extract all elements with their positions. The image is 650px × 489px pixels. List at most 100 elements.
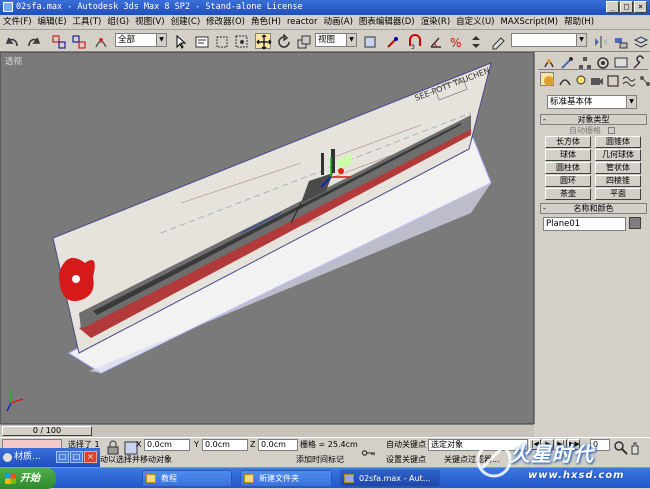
name-color-rollout[interactable]: - 名称和颜色 — [540, 203, 647, 214]
snap-3d-icon[interactable]: 3 — [406, 33, 422, 51]
cameras-icon[interactable] — [588, 72, 603, 86]
window-crossing-icon[interactable] — [233, 33, 249, 49]
systems-icon[interactable] — [636, 72, 650, 86]
select-by-name-icon[interactable] — [193, 33, 209, 49]
auto-key-button[interactable]: 自动关键点 — [386, 439, 426, 451]
ref-coord-dropdown[interactable]: 视图 ▼ — [315, 33, 357, 47]
object-type-button[interactable]: 球体 — [545, 149, 591, 161]
view-axis-tripod — [6, 389, 24, 412]
display-tab-icon[interactable] — [612, 54, 628, 68]
menu-item[interactable]: 组(G) — [104, 15, 132, 30]
absolute-mode-icon[interactable] — [122, 439, 138, 455]
restore-icon[interactable]: □ — [56, 451, 69, 463]
align-icon[interactable] — [612, 33, 628, 49]
menu-item[interactable]: 编辑(E) — [35, 15, 70, 30]
time-slider[interactable]: 0 / 100 — [2, 426, 92, 436]
autogrid-checkbox[interactable] — [607, 127, 615, 134]
menu-item[interactable]: 渲染(R) — [418, 15, 454, 30]
utilities-tab-icon[interactable] — [630, 54, 644, 69]
redo-icon[interactable] — [24, 33, 41, 49]
menu-item[interactable]: 文件(F) — [0, 15, 35, 30]
object-type-button[interactable]: 四棱锥 — [595, 175, 641, 187]
object-type-button[interactable]: 圆锥体 — [595, 136, 641, 148]
menu-item[interactable]: 工具(T) — [70, 15, 105, 30]
helpers-icon[interactable] — [604, 72, 619, 87]
folder-icon — [244, 474, 254, 483]
object-type-rollout[interactable]: - 对象类型 — [540, 114, 647, 125]
collapse-icon: - — [543, 204, 546, 213]
minimize-button[interactable]: _ — [606, 1, 619, 13]
geometry-icon[interactable] — [540, 72, 554, 86]
object-type-button[interactable]: 平面 — [595, 188, 641, 200]
object-type-button[interactable]: 圆环 — [545, 175, 591, 187]
maximize-button[interactable]: □ — [620, 1, 633, 13]
spinner-snap-icon[interactable] — [467, 33, 483, 49]
folder-icon — [146, 474, 156, 483]
object-type-button[interactable]: 茶壶 — [545, 188, 591, 200]
layer-manager-icon[interactable] — [632, 33, 649, 49]
object-type-button[interactable]: 几何球体 — [595, 149, 641, 161]
object-name-input[interactable]: Plane01 — [543, 217, 626, 231]
angle-snap-icon[interactable] — [427, 33, 443, 49]
create-tab-icon[interactable] — [540, 54, 554, 68]
x-coord-field[interactable]: 0.0cm — [144, 439, 190, 451]
lock-selection-icon[interactable] — [104, 439, 119, 455]
taskbar-item[interactable]: 02sfa.max - Aut... — [340, 470, 440, 487]
motion-tab-icon[interactable] — [594, 54, 609, 69]
perspective-viewport[interactable]: 透视 SEE-POTT TAUCHEN — [0, 52, 534, 424]
object-color-swatch[interactable] — [629, 217, 641, 229]
edit-named-selection-icon[interactable] — [490, 33, 506, 50]
time-slider-track[interactable]: 0 / 100 — [0, 424, 534, 437]
title-bar: 02sfa.max - Autodesk 3ds Max 8 SP2 - Sta… — [0, 0, 650, 15]
taskbar-item[interactable]: 教程 — [142, 470, 232, 487]
select-manipulate-icon[interactable] — [384, 33, 400, 49]
menu-item[interactable]: 图表编辑器(D) — [356, 15, 418, 30]
close-icon[interactable]: × — [84, 451, 97, 463]
menu-item[interactable]: 修改器(O) — [203, 15, 248, 30]
object-type-button[interactable]: 圆柱体 — [545, 162, 591, 174]
set-key-button[interactable]: 设置关键点 — [386, 454, 426, 466]
hierarchy-tab-icon[interactable] — [576, 54, 591, 69]
pivot-center-icon[interactable] — [361, 33, 377, 49]
object-type-button[interactable]: 长方体 — [545, 136, 591, 148]
select-object-icon[interactable] — [172, 33, 188, 49]
close-button[interactable]: × — [634, 1, 647, 13]
shapes-icon[interactable] — [556, 72, 571, 86]
spacewarps-icon[interactable] — [620, 72, 636, 87]
select-link-icon[interactable] — [50, 33, 66, 49]
object-type-button[interactable]: 管状体 — [595, 162, 641, 174]
z-coord-field[interactable]: 0.0cm — [258, 439, 298, 451]
lights-icon[interactable] — [572, 72, 586, 86]
selection-filter-dropdown[interactable]: 全部 ▼ — [115, 33, 167, 47]
chevron-down-icon: ▼ — [576, 34, 586, 46]
unlink-icon[interactable] — [70, 33, 86, 49]
start-button[interactable]: 开始 — [0, 468, 56, 489]
mirror-icon[interactable] — [592, 33, 608, 49]
menu-item[interactable]: 视图(V) — [132, 15, 167, 30]
menu-item[interactable]: reactor — [284, 15, 320, 30]
menu-item[interactable]: MAXScript(M) — [498, 15, 562, 30]
move-icon[interactable] — [255, 33, 272, 50]
category-dropdown[interactable]: 标准基本体 ▼ — [547, 95, 637, 109]
maximize-icon[interactable]: □ — [70, 451, 83, 463]
rect-selection-icon[interactable] — [213, 33, 229, 49]
taskbar-item[interactable]: 新建文件夹 — [240, 470, 332, 487]
add-time-tag[interactable]: 添加时间标记 — [296, 454, 344, 466]
undo-icon[interactable] — [4, 33, 20, 49]
bind-spacewarp-icon[interactable] — [92, 33, 108, 49]
material-editor-taskbar-popup[interactable]: 材质... □ □ × — [0, 448, 100, 467]
menu-item[interactable]: 动画(A) — [320, 15, 355, 30]
menu-item[interactable]: 创建(C) — [168, 15, 204, 30]
percent-snap-icon[interactable]: % — [447, 33, 463, 50]
autogrid-row[interactable]: 自动栅格 — [569, 126, 649, 136]
rotate-icon[interactable] — [275, 33, 291, 49]
named-selection-dropdown[interactable]: ▼ — [511, 33, 587, 47]
modify-tab-icon[interactable] — [558, 54, 573, 69]
y-coord-field[interactable]: 0.0cm — [202, 439, 248, 451]
menu-item[interactable]: 自定义(U) — [453, 15, 497, 30]
app-icon — [3, 2, 13, 12]
scale-icon[interactable] — [295, 33, 311, 49]
key-icon[interactable] — [360, 444, 382, 460]
menu-item[interactable]: 帮助(H) — [561, 15, 597, 30]
menu-item[interactable]: 角色(H) — [248, 15, 284, 30]
